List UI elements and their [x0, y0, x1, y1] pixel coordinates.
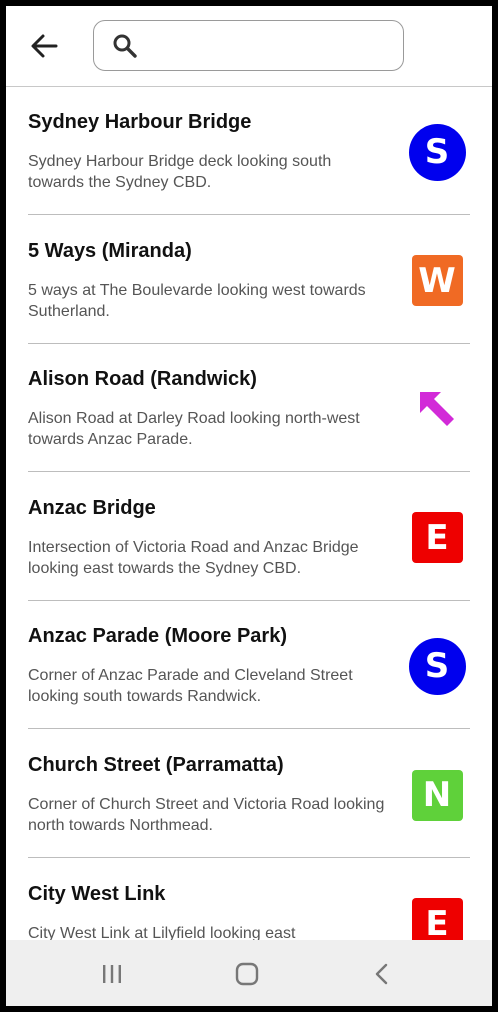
direction-badge: E	[408, 509, 466, 567]
direction-letter-south-icon: S	[408, 123, 466, 181]
back-button[interactable]	[22, 24, 66, 68]
list-item[interactable]: City West Link City West Link at Lilyfiel…	[28, 859, 470, 940]
list-item[interactable]: Sydney Harbour Bridge Sydney Harbour Brid…	[28, 87, 470, 215]
search-input[interactable]	[146, 29, 390, 65]
list-item[interactable]: Anzac Bridge Intersection of Victoria Roa…	[28, 473, 470, 601]
item-title: 5 Ways (Miranda)	[28, 239, 192, 262]
direction-badge: S	[408, 123, 466, 181]
item-description: 5 ways at The Boulevarde looking west to…	[28, 281, 366, 320]
system-navigation-bar	[6, 940, 492, 1006]
arrow-north-west-icon	[420, 392, 454, 427]
home-icon	[235, 962, 259, 986]
recents-icon	[103, 965, 121, 983]
direction-badge: W	[408, 252, 466, 310]
item-title: Alison Road (Randwick)	[28, 368, 257, 391]
item-description: Sydney Harbour Bridge deck looking south…	[28, 153, 332, 191]
item-description: Intersection of Victoria Road and Anzac …	[28, 538, 359, 577]
camera-list: Sydney Harbour Bridge Sydney Harbour Brid…	[6, 87, 492, 940]
list-item[interactable]: Anzac Parade (Moore Park) Corner of Anzac…	[28, 601, 470, 730]
recents-button[interactable]	[90, 952, 134, 996]
app-screen: Sydney Harbour Bridge Sydney Harbour Brid…	[6, 6, 492, 1006]
direction-badge: N	[408, 766, 466, 824]
item-title: Church Street (Parramatta)	[28, 754, 284, 776]
chevron-left-icon	[375, 963, 388, 985]
direction-letter-east-icon: E	[411, 512, 463, 564]
direction-badge	[408, 380, 466, 438]
nav-back-button[interactable]	[360, 952, 404, 996]
list-item[interactable]: Church Street (Parramatta) Corner of Chur…	[28, 730, 470, 858]
search-box[interactable]	[93, 20, 404, 71]
arrow-left-icon	[31, 34, 58, 58]
item-title: City West Link	[28, 882, 166, 905]
list-item[interactable]: Alison Road (Randwick) Alison Road at Dar…	[28, 344, 470, 473]
direction-badge: S	[408, 637, 466, 695]
home-button[interactable]	[225, 952, 269, 996]
direction-letter-west-icon: W	[411, 255, 463, 307]
direction-letter-south-icon: S	[408, 637, 466, 695]
item-description: Alison Road at Darley Road looking north…	[28, 410, 360, 449]
list-item[interactable]: 5 Ways (Miranda) 5 ways at The Boulevarde…	[28, 216, 470, 344]
item-description: Corner of Church Street and Victoria Roa…	[28, 796, 385, 834]
top-app-bar	[6, 6, 492, 87]
direction-letter-east-icon: E	[411, 898, 463, 940]
item-title: Sydney Harbour Bridge	[28, 111, 252, 133]
direction-letter-north-icon: N	[411, 769, 463, 821]
search-icon	[113, 34, 137, 58]
item-description: Corner of Anzac Parade and Cleveland Str…	[28, 667, 353, 706]
item-title: Anzac Bridge	[28, 496, 156, 519]
direction-badge: E	[408, 895, 466, 940]
item-description: City West Link at Lilyfield looking east	[28, 924, 296, 940]
item-title: Anzac Parade (Moore Park)	[28, 625, 287, 648]
